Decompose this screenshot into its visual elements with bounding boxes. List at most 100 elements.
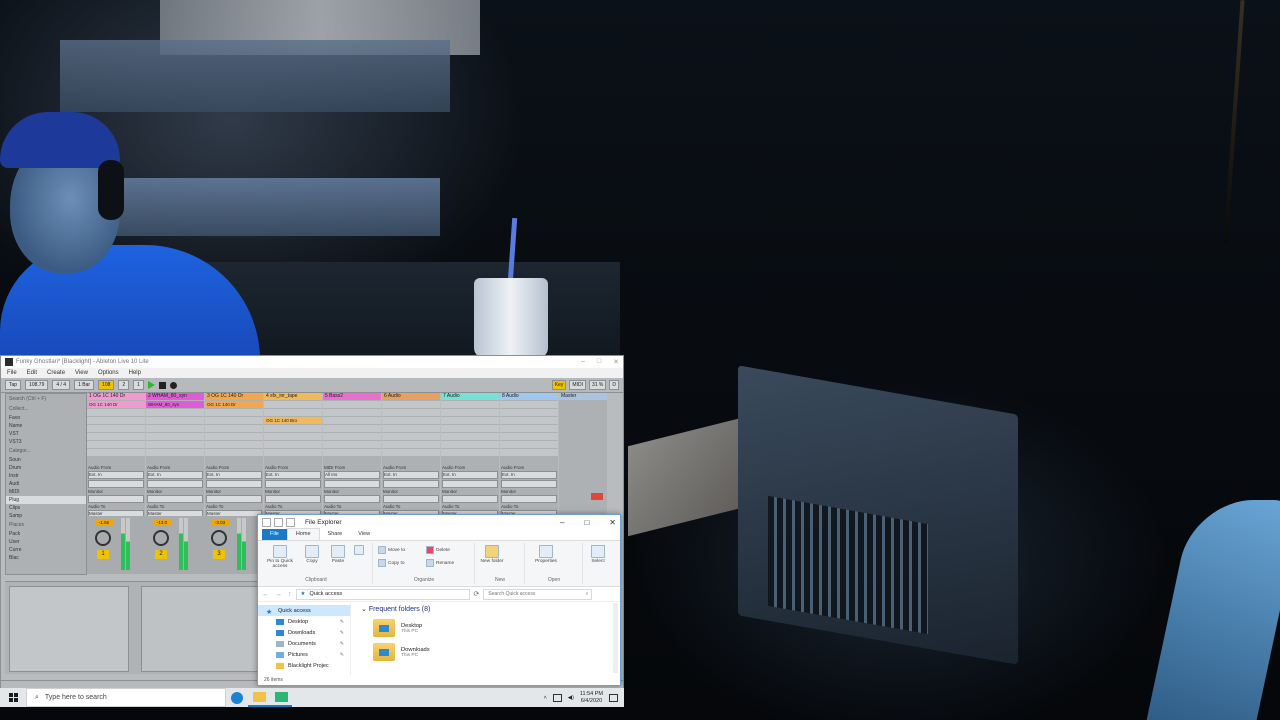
file-explorer-window[interactable]: File Explorer – □ ✕ File Home Share View… bbox=[257, 514, 621, 686]
input-source-select[interactable]: Ext. In bbox=[147, 471, 203, 479]
network-icon[interactable] bbox=[552, 693, 562, 702]
empty-clip-slot[interactable] bbox=[205, 417, 263, 424]
input-source-select[interactable]: Ext. In bbox=[88, 471, 144, 479]
empty-clip-slot[interactable] bbox=[382, 401, 440, 408]
empty-clip-slot[interactable] bbox=[323, 433, 381, 440]
up-arrow-icon[interactable]: ↑ bbox=[288, 591, 292, 598]
category-item[interactable]: Instr bbox=[6, 472, 86, 480]
pan-knob-icon[interactable] bbox=[95, 530, 111, 546]
menu-file[interactable]: File bbox=[7, 370, 17, 376]
clip-slot[interactable]: OG 1C 140 Bro bbox=[264, 417, 322, 424]
track-header[interactable]: 7 Audio bbox=[441, 393, 499, 400]
browser-item[interactable]: Favo bbox=[6, 414, 86, 422]
input-source-select[interactable]: Ext. In bbox=[501, 471, 557, 479]
tempo-field[interactable]: 108.79 bbox=[25, 380, 49, 390]
volume-readout[interactable]: -3.03 bbox=[211, 519, 229, 526]
stop-all-clips-button[interactable] bbox=[591, 493, 603, 500]
volume-readout[interactable]: -13.0 bbox=[153, 519, 171, 526]
input-channel-select[interactable] bbox=[383, 480, 439, 488]
clip-slot[interactable]: WHAM_80_syn bbox=[146, 401, 204, 408]
empty-clip-slot[interactable] bbox=[500, 417, 558, 424]
empty-clip-slot[interactable] bbox=[382, 449, 440, 456]
empty-clip-slot[interactable] bbox=[323, 441, 381, 448]
track-header[interactable]: 6 Audio bbox=[382, 393, 440, 400]
category-item[interactable]: Clips bbox=[6, 504, 86, 512]
rename-button[interactable]: Rename bbox=[426, 559, 454, 567]
input-channel-select[interactable] bbox=[501, 480, 557, 488]
maximize-icon[interactable]: □ bbox=[597, 358, 601, 366]
nav-blacklight-projects[interactable]: Blacklight Projec bbox=[258, 660, 350, 671]
input-channel-select[interactable] bbox=[88, 480, 144, 488]
category-item[interactable]: MIDI bbox=[6, 488, 86, 496]
empty-clip-slot[interactable] bbox=[146, 449, 204, 456]
menu-create[interactable]: Create bbox=[47, 370, 65, 376]
empty-clip-slot[interactable] bbox=[264, 401, 322, 408]
folder-tile-downloads[interactable]: Downloads This PC bbox=[373, 643, 610, 661]
empty-clip-slot[interactable] bbox=[441, 401, 499, 408]
monitor-toggle[interactable] bbox=[147, 495, 203, 503]
monitor-toggle[interactable] bbox=[265, 495, 321, 503]
nav-documents[interactable]: Documents ✎ bbox=[258, 638, 350, 649]
copy-button[interactable]: Copy bbox=[300, 545, 324, 564]
start-button[interactable] bbox=[0, 688, 26, 707]
empty-clip-slot[interactable] bbox=[323, 401, 381, 408]
folder-tile-desktop[interactable]: Desktop This PC bbox=[373, 619, 610, 637]
volume-readout[interactable]: -1.56 bbox=[95, 519, 113, 526]
track-activator[interactable]: 2 bbox=[155, 550, 167, 559]
empty-clip-slot[interactable] bbox=[441, 417, 499, 424]
track-activator[interactable]: 3 bbox=[213, 550, 225, 559]
empty-clip-slot[interactable] bbox=[87, 425, 145, 432]
empty-clip-slot[interactable] bbox=[382, 433, 440, 440]
monitor-toggle[interactable] bbox=[88, 495, 144, 503]
input-channel-select[interactable] bbox=[206, 480, 262, 488]
midi-map-button[interactable]: MIDI bbox=[569, 380, 586, 390]
properties-icon[interactable] bbox=[274, 517, 283, 527]
place-item[interactable]: User bbox=[6, 538, 86, 546]
empty-clip-slot[interactable] bbox=[205, 425, 263, 432]
close-icon[interactable]: ✕ bbox=[613, 358, 619, 366]
explorer-titlebar[interactable]: File Explorer – □ ✕ bbox=[258, 515, 620, 529]
empty-clip-slot[interactable] bbox=[87, 433, 145, 440]
clip-detail-panel[interactable] bbox=[9, 586, 129, 672]
minimize-icon[interactable]: – bbox=[560, 518, 564, 527]
clock[interactable]: 11:54 PM 6/4/2020 bbox=[580, 691, 603, 705]
place-item[interactable]: Curre bbox=[6, 546, 86, 554]
empty-clip-slot[interactable] bbox=[264, 425, 322, 432]
vertical-scrollbar[interactable] bbox=[613, 603, 618, 673]
frequent-folders-header[interactable]: ⌄ Frequent folders (8) bbox=[361, 605, 610, 613]
empty-clip-slot[interactable] bbox=[205, 441, 263, 448]
tab-share[interactable]: Share bbox=[320, 529, 351, 540]
category-item-selected[interactable]: Plug bbox=[6, 496, 86, 504]
empty-clip-slot[interactable] bbox=[382, 425, 440, 432]
track-header[interactable]: 5 Bass2 bbox=[323, 393, 381, 400]
empty-clip-slot[interactable] bbox=[441, 425, 499, 432]
volume-icon[interactable]: ◀) bbox=[568, 695, 574, 701]
empty-clip-slot[interactable] bbox=[205, 409, 263, 416]
forward-arrow-icon[interactable]: → bbox=[275, 591, 282, 598]
refresh-icon[interactable]: ⟳ bbox=[474, 590, 480, 598]
empty-clip-slot[interactable] bbox=[441, 449, 499, 456]
input-source-select[interactable]: Ext. In bbox=[206, 471, 262, 479]
empty-clip-slot[interactable] bbox=[500, 401, 558, 408]
chevron-up-icon[interactable]: ˄ bbox=[544, 695, 547, 701]
stop-icon[interactable] bbox=[158, 381, 166, 389]
menu-options[interactable]: Options bbox=[98, 370, 119, 376]
browser-item[interactable]: VST bbox=[6, 430, 86, 438]
nav-quick-access[interactable]: ★ Quick access bbox=[258, 605, 350, 616]
empty-clip-slot[interactable] bbox=[146, 417, 204, 424]
copy-to-button[interactable]: Copy to bbox=[378, 559, 405, 567]
empty-clip-slot[interactable] bbox=[441, 409, 499, 416]
empty-clip-slot[interactable] bbox=[264, 409, 322, 416]
empty-clip-slot[interactable] bbox=[441, 433, 499, 440]
monitor-toggle[interactable] bbox=[501, 495, 557, 503]
category-item[interactable]: Audi bbox=[6, 480, 86, 488]
tab-view[interactable]: View bbox=[350, 529, 378, 540]
cut-button[interactable] bbox=[350, 545, 368, 556]
track-header[interactable]: 3 OG 1C 140 Dr bbox=[205, 393, 263, 400]
monitor-toggle[interactable] bbox=[383, 495, 439, 503]
search-input[interactable]: Search Quick access ⌕ bbox=[483, 588, 593, 600]
arrangement-position-sixteenth[interactable]: 1 bbox=[133, 380, 144, 390]
input-source-select[interactable]: Ext. In bbox=[265, 471, 321, 479]
ableton-titlebar[interactable]: Funky Ghostlari* [Blacklight] - Ableton … bbox=[1, 356, 623, 368]
master-track-header[interactable]: Master bbox=[559, 393, 607, 400]
